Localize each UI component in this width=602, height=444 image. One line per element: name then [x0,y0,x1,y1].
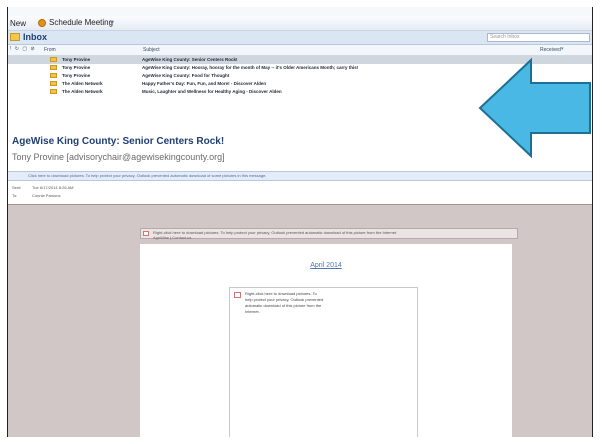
message-body: Right-click here to download pictures. T… [8,204,592,437]
schedule-meeting-button[interactable]: Schedule Meeting [38,18,113,27]
broken-image-icon [234,292,241,298]
new-button[interactable]: New [10,19,26,28]
schedule-meeting-label: Schedule Meeting [49,18,114,27]
newsletter-month-link[interactable]: April 2014 [140,262,512,269]
message-from: The Alden Network [62,81,103,86]
message-subject: AgeWise King County: Hooray, hooray for … [142,65,359,70]
message-from: Tony Provine [62,65,91,70]
column-received[interactable]: Received [540,47,561,53]
to-value[interactable]: Connie Parsons [32,193,60,198]
sent-value: Tue 6/17/2014 8:26 AM [32,185,74,190]
message-from: Tony Provine [62,57,91,62]
blocked-image-banner[interactable]: Right-click here to download pictures. T… [140,228,518,240]
envelope-icon [50,89,57,94]
folder-header: Inbox Search Inbox [8,31,592,45]
outlook-window: New Schedule Meeting ▾ Inbox Search Inbo… [7,7,593,437]
message-sender[interactable]: Tony Provine [advisorychair@agewisekingc… [12,152,225,162]
envelope-icon [50,73,57,78]
folder-title: Inbox [23,32,47,42]
meeting-icon [38,18,46,27]
annotation-arrow-icon [478,57,591,159]
search-input[interactable]: Search Inbox [487,33,590,42]
inbox-folder-icon [10,33,20,41]
column-from[interactable]: From [44,47,56,53]
message-from: The Alden Network [62,89,103,94]
message-list-header: ! ↻ ▢ ⊘ From Subject Received ▾ [8,45,592,56]
message-from: Tony Provine [62,73,91,78]
dropdown-icon[interactable]: ▾ [110,19,119,27]
toolbar: New Schedule Meeting ▾ [8,16,592,31]
message-subject: Happy Father's Day: Fun, Fun, and More! … [142,81,267,86]
download-pictures-infobar[interactable]: Click here to download pictures. To help… [8,171,592,181]
envelope-icon [50,57,57,62]
blocked-image-placeholder[interactable]: Right-click here to download pictures. T… [229,287,418,437]
blocked-image-text: Right-click here to download pictures. T… [245,291,324,314]
envelope-icon [50,81,57,86]
broken-image-icon [143,231,149,236]
arrow-shape [478,57,591,159]
envelope-icon [50,65,57,70]
to-row: To: Connie Parsons [12,193,60,198]
sent-row: Sent: Tue 6/17/2014 8:26 AM [12,185,73,190]
message-subject: Music, Laughter and Wellness for Healthy… [142,89,282,94]
message-subject: AgeWise King County: Food for Thought [142,73,230,78]
sort-chevron-icon[interactable]: ▾ [561,46,564,52]
column-icons[interactable]: ! ↻ ▢ ⊘ [10,46,36,52]
column-subject[interactable]: Subject [143,47,160,53]
newsletter-page: April 2014 Right-click here to download … [140,244,512,437]
to-label: To: [12,193,18,198]
sent-label: Sent: [12,185,22,190]
message-title: AgeWise King County: Senior Centers Rock… [12,136,225,147]
message-subject: AgeWise King County: Senior Centers Rock… [142,57,238,62]
blocked-image-subtext: AgeWise | Contact us [153,235,192,240]
